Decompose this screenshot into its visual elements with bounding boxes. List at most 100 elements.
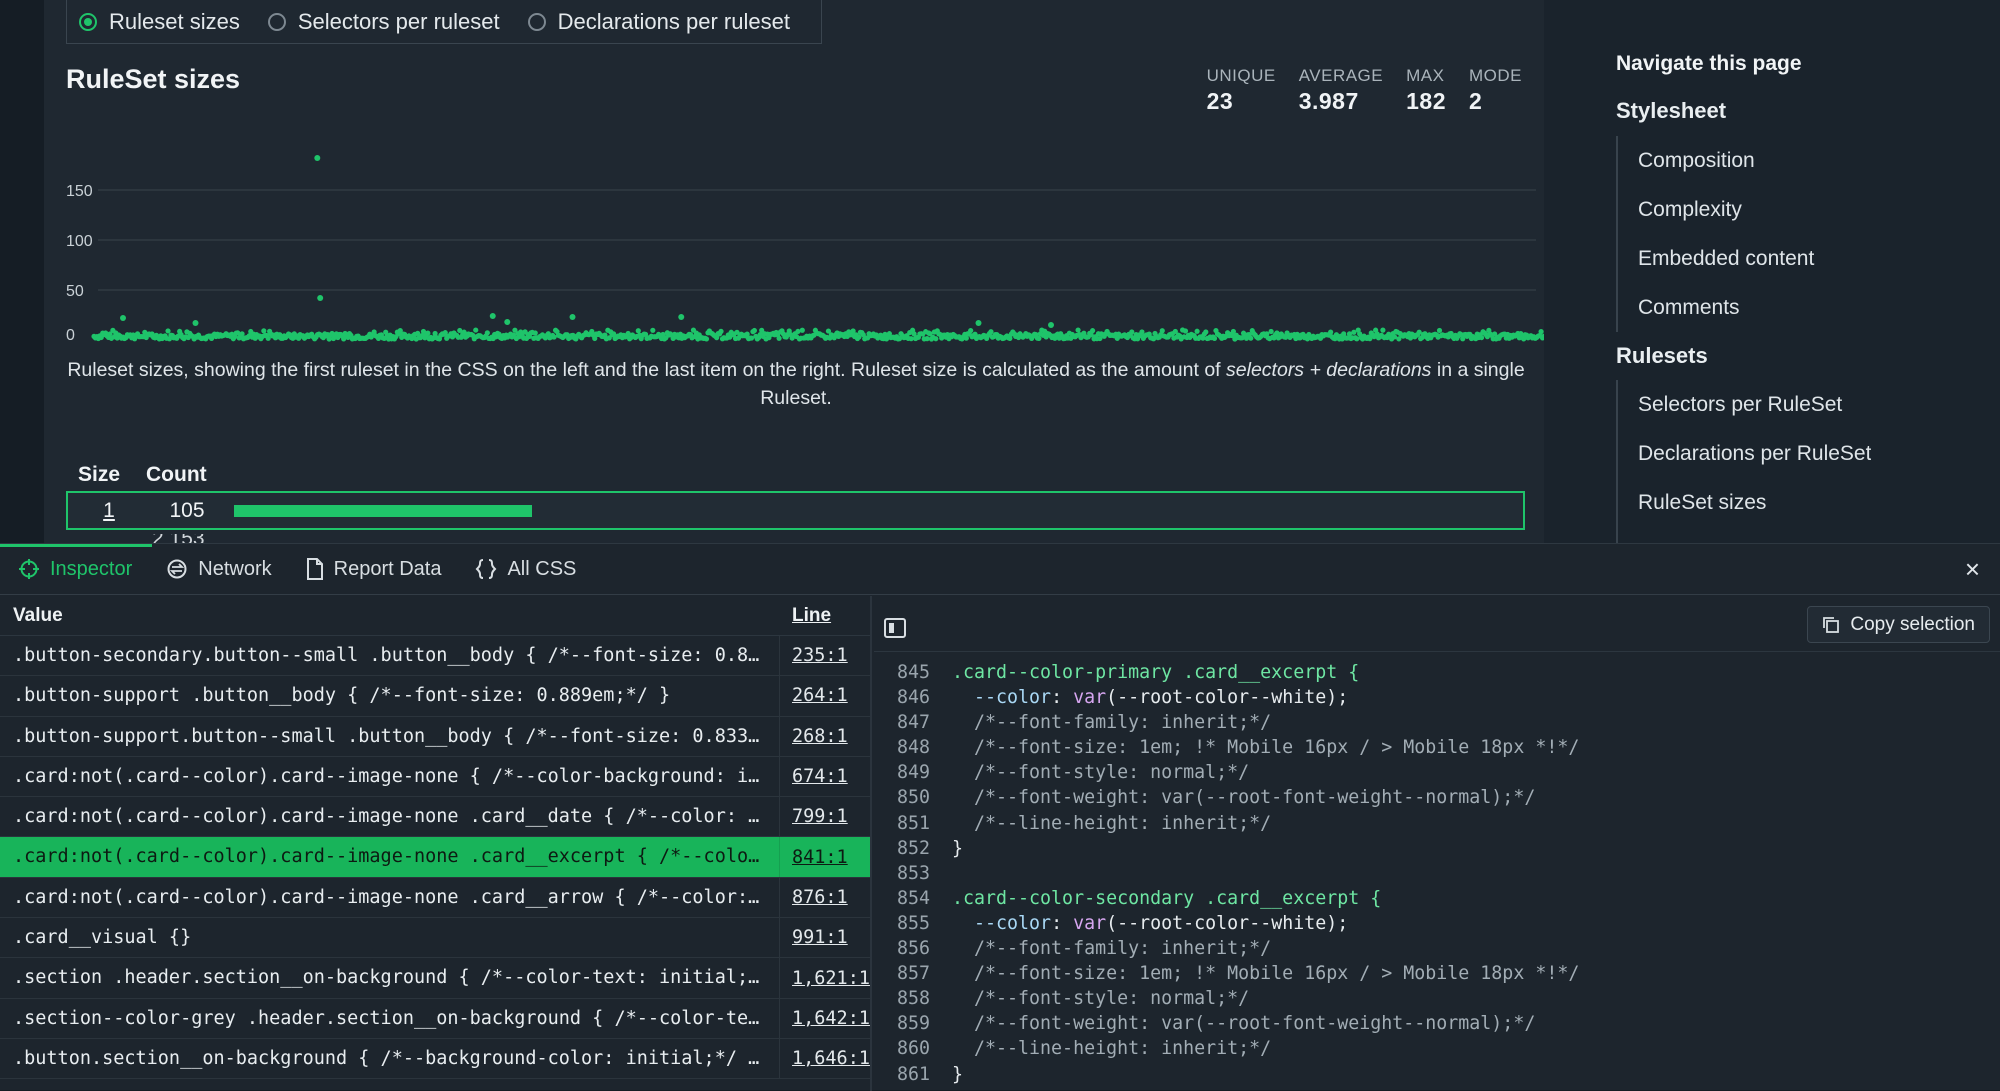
stat-value: 182	[1406, 88, 1446, 114]
data-point	[1159, 328, 1165, 334]
data-point	[239, 331, 245, 337]
css-rule-value: .button-support .button__body { /*--font…	[0, 676, 780, 716]
radio-selectors-per-ruleset[interactable]: Selectors per ruleset	[267, 8, 500, 35]
table-row[interactable]: .button-secondary.button--small .button_…	[0, 636, 870, 677]
stat-label: MAX	[1406, 66, 1445, 85]
stat-value: 2	[1469, 88, 1483, 114]
main-content: Ruleset sizes Selectors per ruleset Decl…	[44, 0, 1546, 543]
ruleset-value-list: Value Line .button-secondary.button--sma…	[0, 596, 872, 1091]
tab-report-data[interactable]: Report Data	[306, 558, 441, 581]
css-rule-value: .card__visual {}	[0, 918, 780, 958]
copy-selection-button[interactable]: Copy selection	[1807, 606, 1990, 643]
chart-caption: Ruleset sizes, showing the first ruleset…	[66, 356, 1526, 412]
data-point	[1328, 329, 1334, 335]
line-link[interactable]: 268:1	[780, 726, 848, 747]
code-text: --color: var(--root-color--white);	[974, 912, 1349, 934]
code-text: /*--font-weight: var(--root-font-weight-…	[952, 1013, 1536, 1035]
line-link[interactable]: 674:1	[780, 766, 848, 787]
chart-mode-radio-group: Ruleset sizes Selectors per ruleset Decl…	[66, 0, 822, 44]
line-link[interactable]: 876:1	[780, 887, 848, 908]
line-number: 849	[896, 762, 930, 784]
nav-section-stylesheet[interactable]: Stylesheet	[1616, 98, 1726, 124]
nav-item-ruleset-sizes[interactable]: RuleSet sizes	[1638, 478, 1871, 527]
table-row[interactable]: 1 105	[66, 491, 1525, 530]
table-row[interactable]: .section--color-grey .header.section__on…	[0, 998, 870, 1039]
nav-item-complexity[interactable]: Complexity	[1638, 185, 1814, 234]
data-point	[1380, 327, 1386, 333]
table-row-partial: 2 153	[152, 534, 205, 543]
css-rule-value: .section--color-grey .header.section__on…	[0, 998, 780, 1038]
data-point	[1089, 328, 1096, 334]
sidebar-toggle-icon[interactable]	[884, 618, 906, 638]
nav-item-comments[interactable]: Comments	[1638, 283, 1814, 332]
radio-ruleset-sizes[interactable]: Ruleset sizes	[79, 9, 240, 35]
table-row[interactable]: .card:not(.card--color).card--image-none…	[0, 756, 870, 798]
code-text: }	[952, 1063, 964, 1085]
nav-section-rulesets[interactable]: Rulesets	[1616, 343, 1708, 369]
nav-item-selectors-per-ruleset[interactable]: Selectors per RuleSet	[1638, 380, 1871, 429]
table-row[interactable]: .card:not(.card--color).card--image-none…	[0, 797, 870, 838]
tab-all-css[interactable]: All CSS	[475, 558, 576, 581]
line-number: 854	[896, 887, 930, 909]
radio-declarations-per-ruleset[interactable]: Declarations per ruleset	[527, 9, 790, 35]
code-line: 859 /*--font-weight: var(--root-font-wei…	[874, 1011, 2000, 1036]
value-list-header: Value Line	[0, 596, 870, 636]
data-point-outlier	[1048, 322, 1054, 328]
table-row[interactable]: .card:not(.card--color).card--image-none…	[0, 837, 870, 878]
data-point	[1436, 327, 1443, 334]
copy-icon	[1822, 616, 1840, 634]
count-cell: 105	[169, 498, 205, 522]
line-link[interactable]: 235:1	[780, 645, 848, 666]
radio-label: Ruleset sizes	[109, 8, 240, 34]
radio-label: Selectors per ruleset	[297, 8, 500, 34]
line-link[interactable]: 799:1	[780, 806, 848, 827]
code-text: /*--font-size: 1em; !* Mobile 16px / > M…	[952, 963, 1580, 985]
line-number: 851	[896, 812, 930, 834]
line-link[interactable]: 1,621:1	[780, 968, 870, 989]
data-point	[1248, 335, 1254, 341]
nav-item-composition[interactable]: Composition	[1638, 136, 1814, 185]
line-link[interactable]: 841:1	[780, 847, 848, 868]
crosshair-icon	[18, 558, 40, 580]
table-row[interactable]: .card:not(.card--color).card--image-none…	[0, 877, 870, 919]
table-row[interactable]: .card__visual {} 991:1	[0, 918, 870, 959]
code-line: 851 /*--line-height: inherit;*/	[874, 811, 2000, 836]
stat-average: AVERAGE 3.987	[1299, 66, 1383, 115]
line-link[interactable]: 1,646:1	[780, 1048, 870, 1069]
nav-item-declarations-per-ruleset[interactable]: Declarations per RuleSet	[1638, 429, 1871, 478]
left-gutter	[0, 0, 44, 543]
line-link[interactable]: 1,642:1	[780, 1008, 870, 1029]
line-link[interactable]: 991:1	[780, 927, 848, 948]
tab-inspector[interactable]: Inspector	[18, 558, 132, 581]
column-header-count: Count	[146, 463, 207, 486]
data-point	[484, 330, 490, 336]
report-page: Ruleset sizes Selectors per ruleset Decl…	[0, 0, 2000, 543]
code-text: .card--color-secondary .card__excerpt {	[952, 887, 1382, 909]
data-point	[1075, 327, 1081, 333]
nav-list-rulesets: Selectors per RuleSet Declarations per R…	[1616, 380, 1871, 543]
devtools-tab-bar: Inspector Network Report Data All CSS	[0, 544, 2000, 595]
data-point	[988, 329, 994, 335]
data-point	[1036, 335, 1042, 341]
line-number: 848	[896, 737, 930, 759]
table-row[interactable]: .button-support.button--small .button__b…	[0, 716, 870, 757]
table-row[interactable]: .button-support .button__body { /*--font…	[0, 676, 870, 717]
data-point-outlier	[569, 314, 576, 320]
size-cell[interactable]: 1	[68, 499, 150, 523]
data-point	[703, 336, 710, 342]
css-rule-value: .card:not(.card--color).card--image-none…	[0, 756, 780, 797]
radio-dot-icon	[79, 12, 97, 31]
table-row[interactable]: .section .header.section__on-background …	[0, 958, 870, 999]
stat-label: AVERAGE	[1298, 66, 1384, 85]
table-row[interactable]: .button.section__on-background { /*--bac…	[0, 1038, 870, 1080]
tab-network[interactable]: Network	[166, 558, 272, 581]
column-header-line[interactable]: Line	[780, 605, 831, 627]
code-line: 861}	[874, 1062, 2000, 1087]
close-devtools-button[interactable]: ×	[1965, 556, 1980, 582]
code-line: 860 /*--line-height: inherit;*/	[874, 1036, 2000, 1061]
data-point	[261, 328, 267, 334]
line-number: 846	[896, 687, 930, 709]
line-link[interactable]: 264:1	[780, 685, 848, 706]
data-point	[799, 327, 805, 333]
nav-item-embedded-content[interactable]: Embedded content	[1638, 234, 1814, 283]
